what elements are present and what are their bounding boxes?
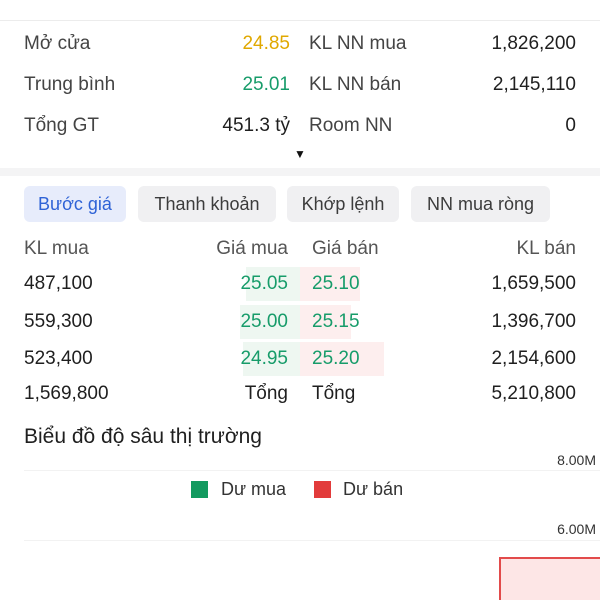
legend-buy-swatch xyxy=(191,481,208,498)
stat-value: 2,145,110 xyxy=(492,74,576,95)
legend-sell-label: Dư bán xyxy=(343,479,404,499)
legend-buy-label: Dư mua xyxy=(221,479,287,499)
cell-gia-mua[interactable]: 25.05 xyxy=(240,269,288,299)
stat-label: KL NN mua xyxy=(309,33,407,54)
total-kl-ban: 5,210,800 xyxy=(491,383,576,404)
cell-kl-ban: 1,659,500 xyxy=(491,273,576,294)
cell-gia-mua[interactable]: 25.00 xyxy=(240,307,288,337)
total-kl-mua: 1,569,800 xyxy=(24,383,109,404)
cell-kl-mua: 487,100 xyxy=(24,273,93,294)
depth-chart-title: Biểu đồ độ sâu thị trường xyxy=(24,425,262,448)
cell-kl-ban: 1,396,700 xyxy=(491,311,576,332)
gridline xyxy=(24,470,600,471)
expand-arrow-icon[interactable]: ▼ xyxy=(291,147,309,161)
header-kl-ban: KL bán xyxy=(516,238,576,259)
total-label-buy: Tổng xyxy=(244,383,288,404)
y-axis-tick-label: 6.00M xyxy=(557,521,596,537)
stat-label: Mở cửa xyxy=(24,33,91,54)
tab-buoc-gia[interactable]: Bước giá xyxy=(24,186,126,222)
stat-value: 0 xyxy=(565,115,576,136)
legend-sell-swatch xyxy=(314,481,331,498)
top-divider xyxy=(0,20,600,21)
section-divider xyxy=(0,168,600,176)
tab-nn-mua-rong[interactable]: NN mua ròng xyxy=(411,186,550,222)
header-kl-mua: KL mua xyxy=(24,238,89,259)
tab-thanh-khoan[interactable]: Thanh khoản xyxy=(138,186,276,222)
stock-detail-screen: Mở cửa 24.85 KL NN mua 1,826,200 Trung b… xyxy=(0,0,600,600)
stat-value: 24.85 xyxy=(242,33,290,54)
cell-gia-ban[interactable]: 25.20 xyxy=(312,344,360,374)
legend-buy: Dư mua xyxy=(191,477,301,501)
header-gia-ban: Giá bán xyxy=(312,238,379,259)
depth-sell-area xyxy=(499,557,600,600)
total-label-sell: Tổng xyxy=(312,383,356,404)
header-gia-mua: Giá mua xyxy=(216,238,288,259)
cell-kl-mua: 523,400 xyxy=(24,348,93,369)
gridline xyxy=(24,540,600,541)
stat-label: Tổng GT xyxy=(24,115,99,136)
stat-label: Trung bình xyxy=(24,74,116,95)
cell-kl-mua: 559,300 xyxy=(24,311,93,332)
cell-gia-mua[interactable]: 24.95 xyxy=(240,344,288,374)
stat-row-open: Mở cửa 24.85 KL NN mua 1,826,200 xyxy=(0,24,600,64)
legend-sell: Dư bán xyxy=(314,477,424,501)
stat-row-average: Trung bình 25.01 KL NN bán 2,145,110 xyxy=(0,65,600,105)
stat-value: 451.3 tỷ xyxy=(222,115,290,136)
cell-gia-ban[interactable]: 25.15 xyxy=(312,307,360,337)
tab-khop-lenh[interactable]: Khớp lệnh xyxy=(287,186,399,222)
stat-row-total-value: Tổng GT 451.3 tỷ Room NN 0 xyxy=(0,106,600,146)
cell-gia-ban[interactable]: 25.10 xyxy=(312,269,360,299)
stat-value: 1,826,200 xyxy=(491,33,576,54)
stat-label: KL NN bán xyxy=(309,74,402,95)
cell-kl-ban: 2,154,600 xyxy=(491,348,576,369)
stat-label: Room NN xyxy=(309,115,393,136)
stat-value: 25.01 xyxy=(242,74,290,95)
y-axis-tick-label: 8.00M xyxy=(557,452,596,468)
